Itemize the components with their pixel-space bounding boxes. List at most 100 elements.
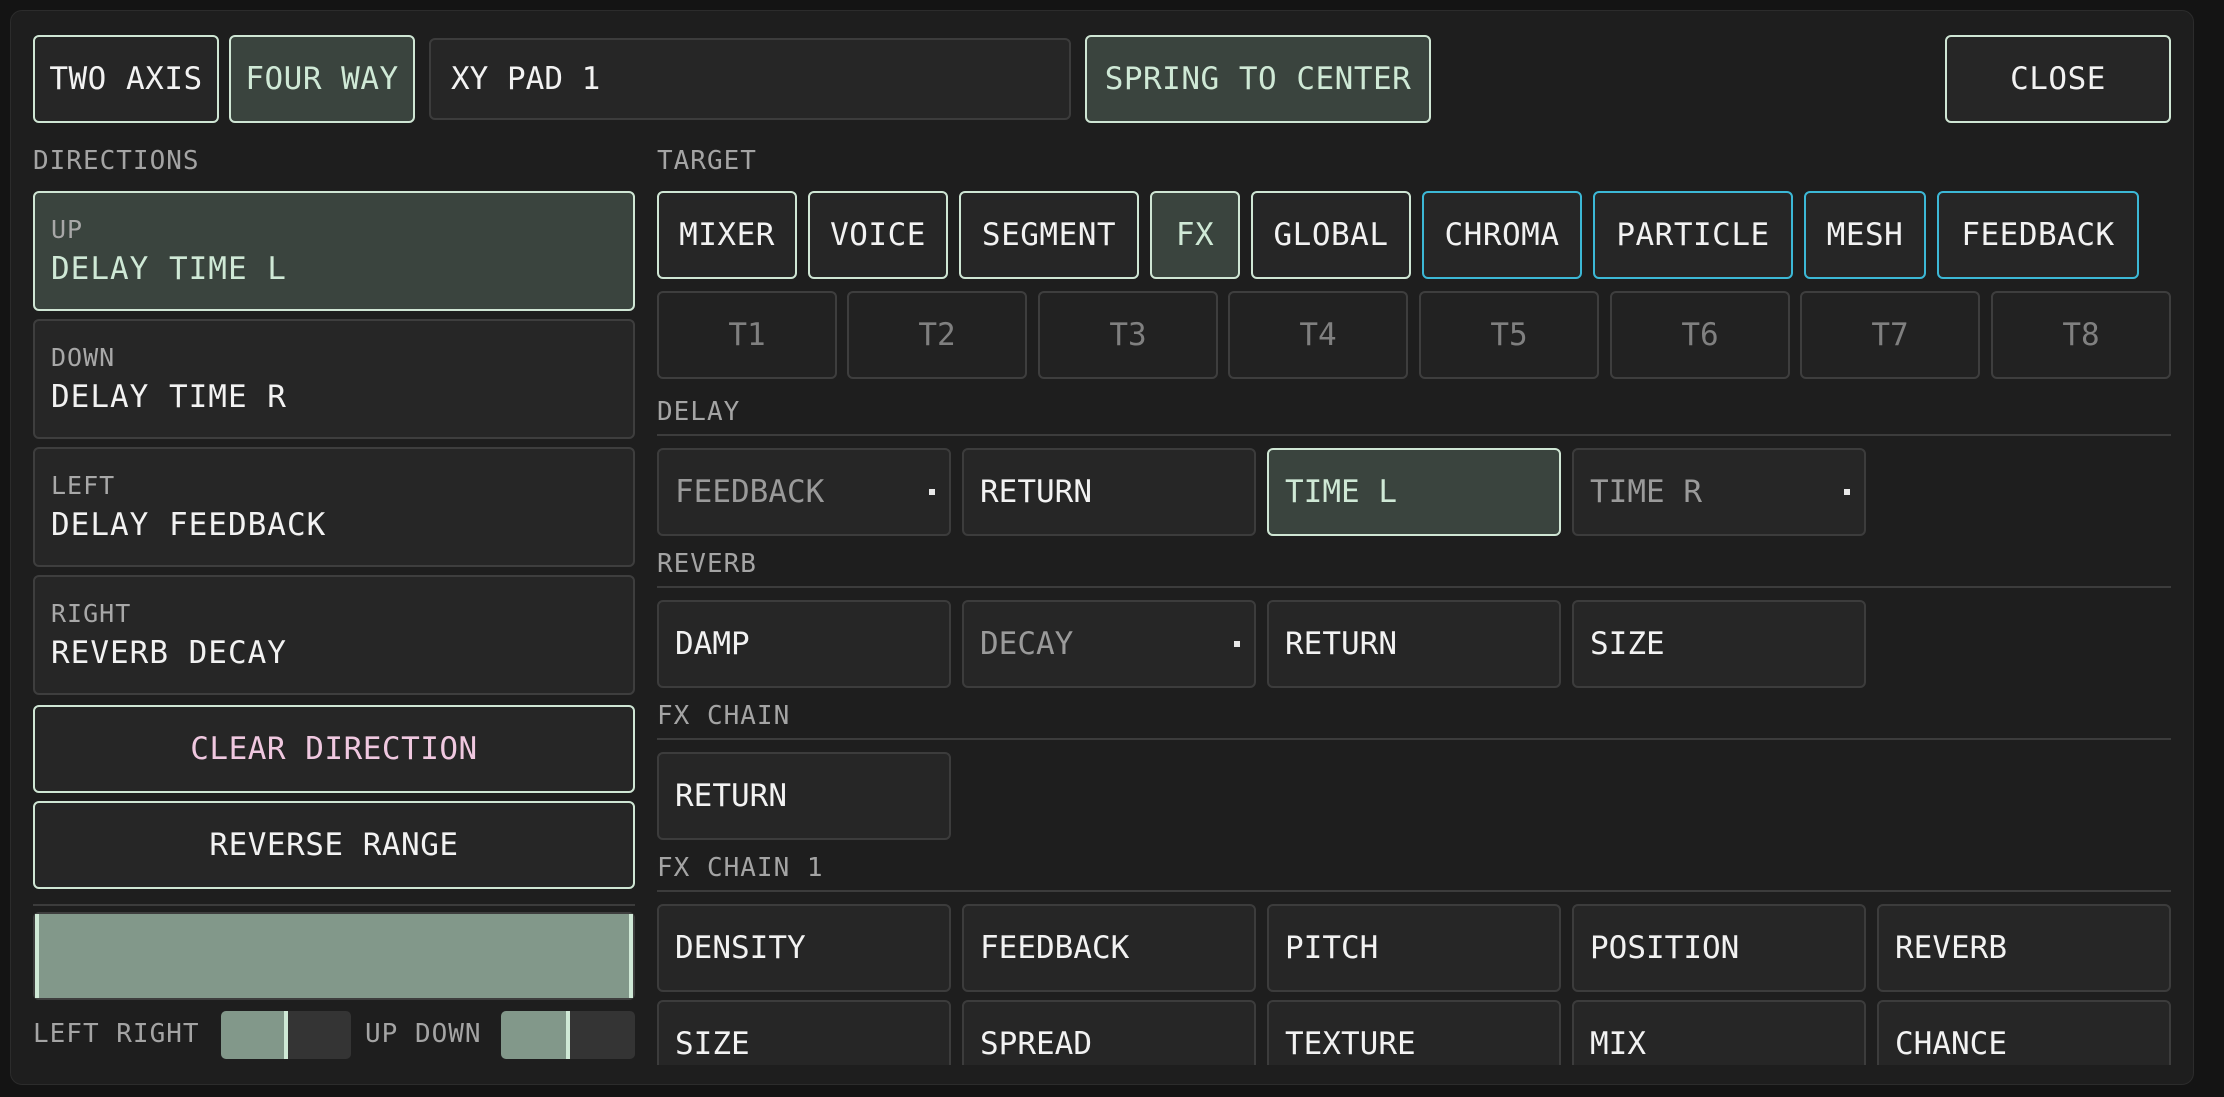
pad-name-field[interactable]: XY PAD 1 — [429, 38, 1071, 120]
target-mixer-tab[interactable]: MIXER — [657, 191, 797, 279]
param-fx1-size[interactable]: SIZE — [657, 1000, 951, 1065]
direction-left[interactable]: LEFT DELAY FEEDBACK — [33, 447, 635, 567]
track-t5-button[interactable]: T5 — [1419, 291, 1599, 379]
left-right-meter — [221, 1011, 351, 1059]
tab-label: FX — [1175, 217, 1215, 253]
close-button[interactable]: CLOSE — [1945, 35, 2171, 123]
range-bar[interactable] — [33, 912, 635, 1000]
assigned-dot-icon — [1844, 489, 1850, 495]
section-fx-chain-1-heading: FX CHAIN 1 — [657, 853, 824, 883]
param-label: DENSITY — [675, 930, 806, 966]
section-divider — [657, 890, 2171, 892]
param-label: PITCH — [1285, 930, 1379, 966]
target-mesh-tab[interactable]: MESH — [1804, 191, 1926, 279]
param-reverb-damp[interactable]: DAMP — [657, 600, 951, 688]
track-t3-button[interactable]: T3 — [1038, 291, 1218, 379]
four-way-button[interactable]: FOUR WAY — [229, 35, 415, 123]
reverse-range-label: REVERSE RANGE — [209, 827, 459, 863]
param-label: RETURN — [980, 474, 1092, 510]
param-label: DECAY — [980, 626, 1074, 662]
divider — [33, 904, 635, 906]
section-divider — [657, 738, 2171, 740]
direction-value: DELAY TIME L — [51, 251, 287, 287]
param-label: FEEDBACK — [980, 930, 1130, 966]
param-fx1-reverb[interactable]: REVERB — [1877, 904, 2171, 992]
track-t7-button[interactable]: T7 — [1800, 291, 1980, 379]
up-down-label: UP DOWN — [365, 1019, 482, 1049]
param-label: TIME L — [1285, 474, 1397, 510]
spring-to-center-button[interactable]: SPRING TO CENTER — [1085, 35, 1431, 123]
section-reverb-heading: REVERB — [657, 549, 757, 579]
meter-fill — [501, 1011, 568, 1059]
param-fx1-mix[interactable]: MIX — [1572, 1000, 1866, 1065]
left-right-label: LEFT RIGHT — [33, 1019, 200, 1049]
tab-label: MESH — [1826, 217, 1904, 253]
clear-direction-button[interactable]: CLEAR DIRECTION — [33, 705, 635, 793]
range-max-handle[interactable] — [629, 914, 633, 998]
target-segment-tab[interactable]: SEGMENT — [959, 191, 1139, 279]
param-reverb-decay[interactable]: DECAY — [962, 600, 1256, 688]
param-fx-chain-return[interactable]: RETURN — [657, 752, 951, 840]
direction-key: RIGHT — [51, 599, 132, 628]
param-fx1-chance[interactable]: CHANCE — [1877, 1000, 2171, 1065]
param-reverb-return[interactable]: RETURN — [1267, 600, 1561, 688]
param-fx1-position[interactable]: POSITION — [1572, 904, 1866, 992]
param-fx1-texture[interactable]: TEXTURE — [1267, 1000, 1561, 1065]
param-fx1-density[interactable]: DENSITY — [657, 904, 951, 992]
range-min-handle[interactable] — [35, 914, 39, 998]
direction-right[interactable]: RIGHT REVERB DECAY — [33, 575, 635, 695]
tab-label: VOICE — [830, 217, 926, 253]
param-fx1-feedback[interactable]: FEEDBACK — [962, 904, 1256, 992]
track-t4-button[interactable]: T4 — [1228, 291, 1408, 379]
meter-fill — [221, 1011, 286, 1059]
target-feedback-tab[interactable]: FEEDBACK — [1937, 191, 2139, 279]
direction-down[interactable]: DOWN DELAY TIME R — [33, 319, 635, 439]
track-label: T5 — [1490, 317, 1528, 353]
param-fx1-spread[interactable]: SPREAD — [962, 1000, 1256, 1065]
param-delay-time-r[interactable]: TIME R — [1572, 448, 1866, 536]
tab-label: GLOBAL — [1273, 217, 1389, 253]
four-way-label: FOUR WAY — [245, 61, 399, 97]
section-divider — [657, 434, 2171, 436]
track-label: T6 — [1681, 317, 1719, 353]
tab-label: PARTICLE — [1616, 217, 1770, 253]
two-axis-label: TWO AXIS — [49, 61, 203, 97]
track-label: T2 — [918, 317, 956, 353]
track-label: T4 — [1299, 317, 1337, 353]
clear-direction-label: CLEAR DIRECTION — [190, 731, 478, 767]
param-label: SIZE — [1590, 626, 1665, 662]
param-label: TIME R — [1590, 474, 1702, 510]
param-label: RETURN — [675, 778, 787, 814]
direction-up[interactable]: UP DELAY TIME L — [33, 191, 635, 311]
meter-marker — [566, 1011, 570, 1059]
track-t1-button[interactable]: T1 — [657, 291, 837, 379]
target-particle-tab[interactable]: PARTICLE — [1593, 191, 1793, 279]
tab-label: MIXER — [679, 217, 775, 253]
param-label: CHANCE — [1895, 1026, 2007, 1062]
param-grid-clip: SIZE SPREAD TEXTURE MIX CHANCE — [657, 1000, 2171, 1065]
param-label: MIX — [1590, 1026, 1646, 1062]
direction-value: DELAY FEEDBACK — [51, 507, 327, 543]
track-t2-button[interactable]: T2 — [847, 291, 1027, 379]
section-fx-chain-heading: FX CHAIN — [657, 701, 791, 731]
param-delay-return[interactable]: RETURN — [962, 448, 1256, 536]
param-label: FEEDBACK — [675, 474, 825, 510]
param-delay-time-l[interactable]: TIME L — [1267, 448, 1561, 536]
reverse-range-button[interactable]: REVERSE RANGE — [33, 801, 635, 889]
track-label: T3 — [1109, 317, 1147, 353]
close-label: CLOSE — [2010, 61, 2106, 97]
param-reverb-size[interactable]: SIZE — [1572, 600, 1866, 688]
directions-heading: DIRECTIONS — [33, 146, 200, 176]
track-t8-button[interactable]: T8 — [1991, 291, 2171, 379]
param-fx1-pitch[interactable]: PITCH — [1267, 904, 1561, 992]
two-axis-button[interactable]: TWO AXIS — [33, 35, 219, 123]
param-label: REVERB — [1895, 930, 2007, 966]
param-delay-feedback[interactable]: FEEDBACK — [657, 448, 951, 536]
track-t6-button[interactable]: T6 — [1610, 291, 1790, 379]
target-global-tab[interactable]: GLOBAL — [1251, 191, 1411, 279]
target-chroma-tab[interactable]: CHROMA — [1422, 191, 1582, 279]
param-label: DAMP — [675, 626, 750, 662]
param-label: SIZE — [675, 1026, 750, 1062]
target-voice-tab[interactable]: VOICE — [808, 191, 948, 279]
target-fx-tab[interactable]: FX — [1150, 191, 1240, 279]
